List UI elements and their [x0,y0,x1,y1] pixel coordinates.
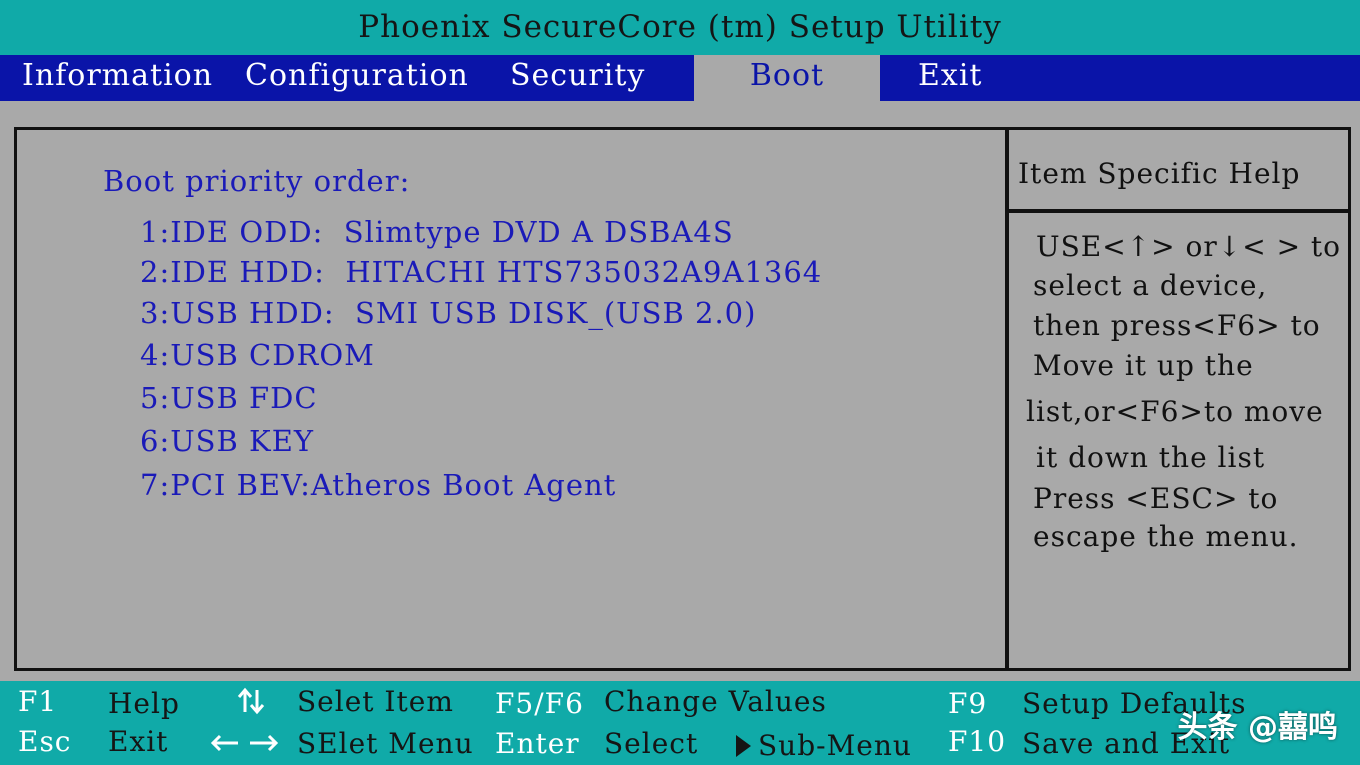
key-enter-desc: Select [604,727,699,760]
help-line: escape the menu. [1033,520,1299,553]
key-esc: Esc [18,725,72,758]
key-f5-f6: F5/F6 [495,687,584,720]
key-f1: F1 [18,685,58,718]
select-item-desc: Selet Item [297,685,454,718]
right-triangle-icon [736,735,751,757]
key-f9: F9 [948,687,988,720]
key-f5-f6-desc: Change Values [604,685,827,718]
footer-bar: F1 Help Selet Item F5/F6 Change Values F… [0,681,1360,765]
key-f10: F10 [948,725,1007,758]
menu-item-boot[interactable]: Boot [694,55,880,101]
boot-device-item[interactable]: 4:USB CDROM [140,338,375,372]
help-line: list,or<F6>to move [1026,395,1324,428]
key-f1-desc: Help [108,687,180,720]
help-line: Move it up the [1033,349,1254,382]
help-line: USE<↑> or↓< > to [1036,230,1342,263]
window-title: Phoenix SecureCore (tm) Setup Utility [0,0,1360,55]
boot-device-item[interactable]: 2:IDE HDD: HITACHI HTS735032A9A1364 [140,255,822,289]
sub-menu-desc: Sub-Menu [758,729,912,762]
bios-screen: Phoenix SecureCore (tm) Setup Utility In… [0,0,1360,765]
boot-device-item[interactable]: 5:USB FDC [140,381,318,415]
boot-device-item[interactable]: 7:PCI BEV:Atheros Boot Agent [140,468,616,502]
menu-item-security[interactable]: Security [510,55,645,101]
menu-item-exit[interactable]: Exit [918,55,982,101]
left-right-arrows-icon [210,734,279,752]
menu-item-configuration[interactable]: Configuration [245,55,469,101]
help-line: it down the list [1036,441,1266,474]
select-menu-desc: SElet Menu [297,727,474,760]
watermark: 头条 @囍鸣 [1177,710,1338,745]
up-down-arrows-icon [237,687,265,715]
help-line: Press <ESC> to [1033,482,1279,515]
help-title: Item Specific Help [1018,157,1301,190]
key-enter: Enter [495,727,580,760]
boot-device-item[interactable]: 6:USB KEY [140,424,314,458]
boot-device-item[interactable]: 1:IDE ODD: Slimtype DVD A DSBA4S [140,215,734,249]
help-line: then press<F6> to [1033,309,1321,342]
key-esc-desc: Exit [108,725,169,758]
boot-device-item[interactable]: 3:USB HDD: SMI USB DISK_(USB 2.0) [140,296,756,330]
menu-bar: Information Configuration Security Boot … [0,55,1360,101]
boot-priority-heading: Boot priority order: [103,164,411,198]
help-line: select a device, [1033,269,1268,302]
menu-item-information[interactable]: Information [22,55,213,101]
panel-divider-horizontal [1005,209,1351,213]
